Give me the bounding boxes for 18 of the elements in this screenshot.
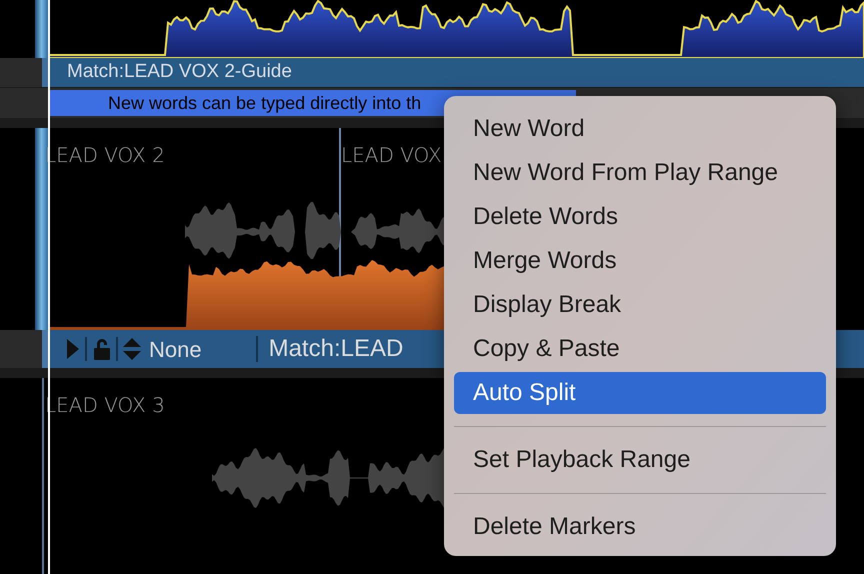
guide-track-title: Match:LEAD VOX 2-Guide <box>67 60 292 84</box>
menu-item[interactable]: New Word From Play Range <box>454 151 826 195</box>
mode-selector[interactable]: None <box>149 332 202 366</box>
lyrics-hint[interactable]: New words can be typed directly into th <box>108 90 422 116</box>
menu-item[interactable]: Delete Markers <box>454 505 826 549</box>
menu-item[interactable]: New Word <box>454 107 826 151</box>
up-down-arrows-icon[interactable] <box>122 337 142 361</box>
menu-item[interactable]: Set Playback Range <box>454 438 826 482</box>
menu-item[interactable]: Auto Split <box>454 372 826 414</box>
menu-item[interactable]: Delete Words <box>454 195 826 239</box>
menu-item[interactable]: Merge Words <box>454 239 826 283</box>
track-edge-strip <box>35 0 48 58</box>
match-label: Match:LEAD <box>268 334 404 364</box>
menu-item[interactable]: Copy & Paste <box>454 327 826 371</box>
lock-icon[interactable] <box>93 337 111 361</box>
menu-item[interactable]: Display Break <box>454 283 826 327</box>
play-icon[interactable] <box>66 338 80 360</box>
clip-label: LEAD VOX <box>341 142 442 169</box>
